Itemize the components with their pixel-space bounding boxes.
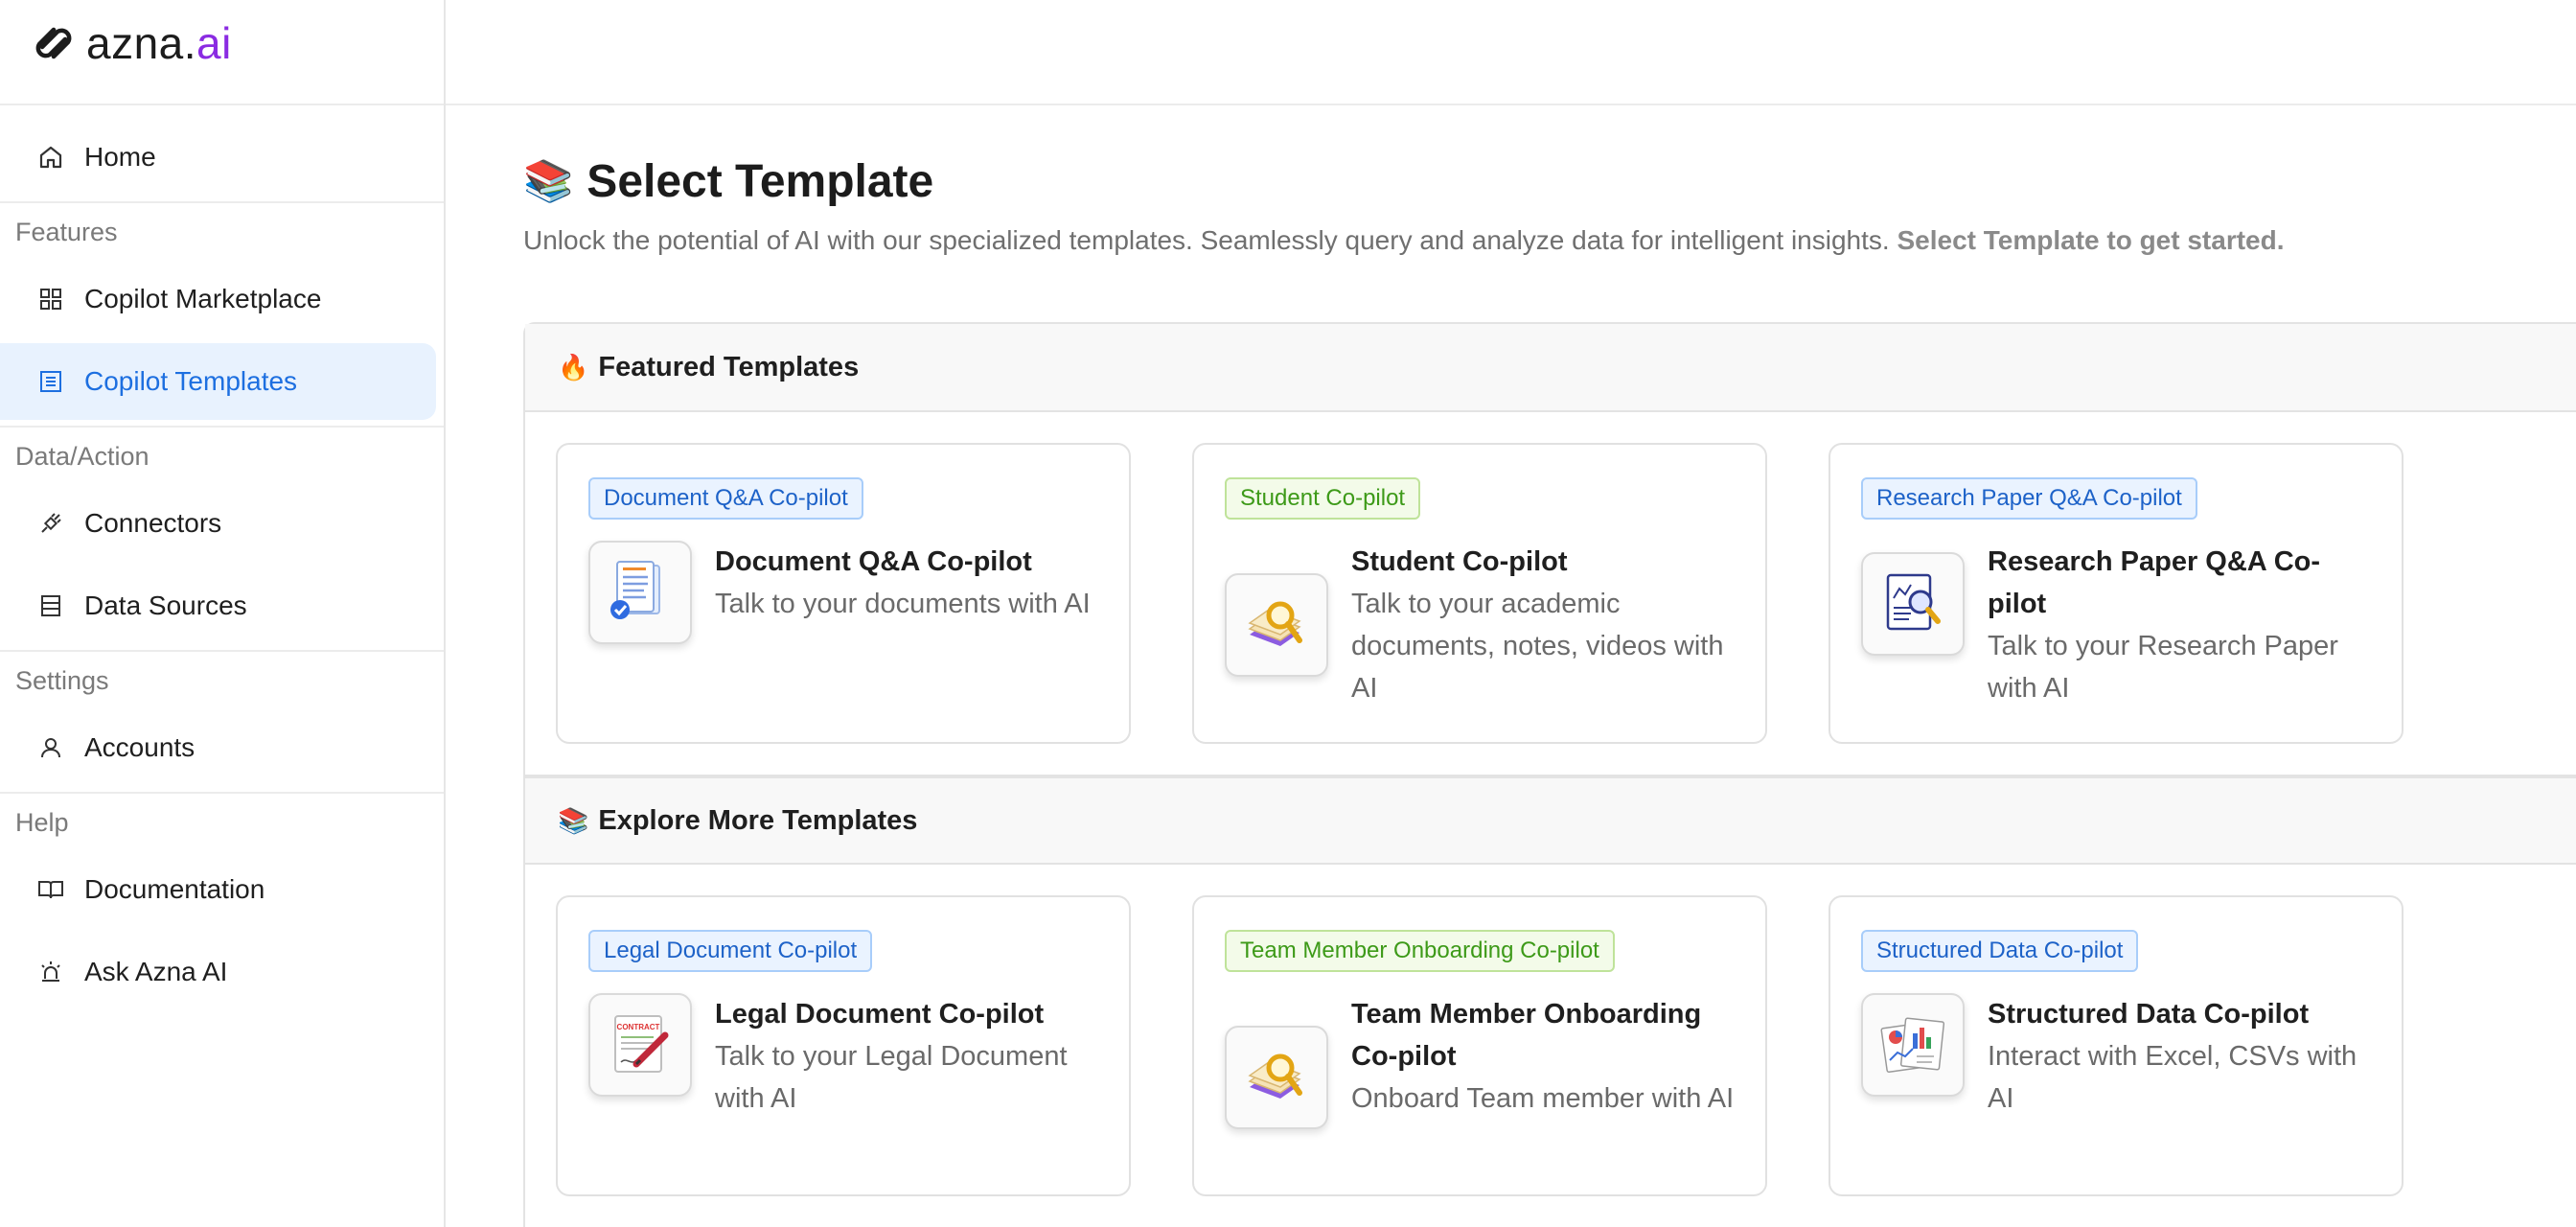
sidebar-item-data-sources[interactable]: Data Sources: [0, 567, 436, 644]
page-subtitle: Unlock the potential of AI with our spec…: [523, 225, 2576, 256]
sidebar-item-copilot-marketplace[interactable]: Copilot Marketplace: [0, 261, 436, 337]
sidebar-item-label: Accounts: [84, 732, 196, 762]
section-label-data-action: Data/Action: [15, 441, 150, 471]
template-tag: Structured Data Co-pilot: [1861, 930, 2139, 972]
featured-templates-panel: 🔥 Featured Templates Document Q&A Co-pil…: [523, 322, 2576, 776]
template-card-document-qa[interactable]: Document Q&A Co-pilot Document Q&A Co-pi…: [556, 443, 1131, 744]
template-card-legal-document[interactable]: Legal Document Co-pilot CONTRACT Legal D…: [556, 895, 1131, 1196]
section-label-features: Features: [15, 217, 118, 246]
featured-card-list: Document Q&A Co-pilot Document Q&A Co-pi…: [525, 412, 2576, 775]
logo[interactable]: azna.ai: [0, 0, 444, 105]
alarm-bell-icon: [36, 958, 65, 986]
template-list-icon: [36, 367, 65, 396]
contract-label: CONTRACT: [617, 1023, 660, 1031]
explore-card-list: Legal Document Co-pilot CONTRACT Legal D…: [525, 865, 2576, 1227]
logo-text: azna.ai: [86, 18, 232, 68]
featured-templates-title: Featured Templates: [598, 351, 860, 382]
main-content: 📚 Select Template Unlock the potential o…: [523, 105, 2576, 1227]
sidebar-item-documentation[interactable]: Documentation: [0, 851, 436, 928]
sidebar-item-label: Ask Azna AI: [84, 957, 228, 986]
template-card-research-paper[interactable]: Research Paper Q&A Co-pilot Research Pap…: [1828, 443, 2404, 744]
template-tag: Team Member Onboarding Co-pilot: [1225, 930, 1615, 972]
sidebar-item-connectors[interactable]: Connectors: [0, 485, 436, 562]
template-title: Legal Document Co-pilot: [715, 999, 1045, 1030]
subtitle-text: Unlock the potential of AI with our spec…: [523, 225, 1890, 255]
template-description: Talk to your Legal Document with AI: [715, 1041, 1068, 1114]
books-icon: 📚: [523, 158, 574, 203]
template-tag: Legal Document Co-pilot: [588, 930, 873, 972]
template-tag: Research Paper Q&A Co-pilot: [1861, 477, 2197, 520]
template-description: Onboard Team member with AI: [1351, 1083, 1735, 1114]
grid-icon: [36, 285, 65, 313]
magnifier-book-icon: [1225, 573, 1328, 677]
plug-icon: [36, 509, 65, 538]
template-card-student[interactable]: Student Co-pilot Student Co-pilot Talk t…: [1192, 443, 1767, 744]
template-tag: Document Q&A Co-pilot: [588, 477, 863, 520]
top-bar: [446, 0, 2576, 105]
fire-icon: 🔥: [558, 352, 589, 382]
sidebar-item-label: Home: [84, 142, 156, 172]
magnifier-book-icon: [1225, 1026, 1328, 1129]
template-title: Structured Data Co-pilot: [1988, 999, 2310, 1030]
template-title: Document Q&A Co-pilot: [715, 546, 1032, 577]
section-label-help: Help: [15, 807, 69, 837]
template-title: Student Co-pilot: [1351, 546, 1568, 577]
document-check-icon: [588, 541, 692, 644]
book-icon: [36, 875, 65, 904]
sidebar-item-label: Data Sources: [84, 590, 247, 620]
database-icon: [36, 591, 65, 620]
template-description: Talk to your academic documents, notes, …: [1351, 589, 1724, 704]
charts-icon: [1861, 993, 1965, 1097]
section-label-settings: Settings: [15, 665, 109, 695]
page-title: 📚 Select Template: [523, 155, 2576, 208]
template-description: Talk to your Research Paper with AI: [1988, 631, 2338, 704]
page-title-text: Select Template: [586, 156, 934, 207]
template-description: Interact with Excel, CSVs with AI: [1988, 1041, 2358, 1114]
sidebar-item-ask-azna-ai[interactable]: Ask Azna AI: [0, 934, 436, 1010]
subtitle-bold-text: Select Template to get started.: [1897, 225, 2285, 255]
sidebar-item-label: Documentation: [84, 874, 265, 904]
user-icon: [36, 733, 65, 762]
sidebar: azna.ai Home Features Copilot Marketplac…: [0, 0, 446, 1227]
contract-icon: CONTRACT: [588, 993, 692, 1097]
sidebar-item-label: Copilot Marketplace: [84, 284, 322, 313]
featured-templates-header: 🔥 Featured Templates: [525, 324, 2576, 412]
sidebar-item-accounts[interactable]: Accounts: [0, 709, 436, 786]
template-title: Team Member Onboarding Co-pilot: [1351, 999, 1702, 1072]
template-title: Research Paper Q&A Co-pilot: [1988, 546, 2321, 619]
template-description: Talk to your documents with AI: [715, 589, 1091, 619]
template-tag: Student Co-pilot: [1225, 477, 1421, 520]
explore-templates-panel: 📚 Explore More Templates Legal Document …: [523, 776, 2576, 1227]
books-icon: 📚: [558, 805, 589, 835]
research-paper-icon: [1861, 552, 1965, 656]
home-icon: [36, 143, 65, 172]
template-card-structured-data[interactable]: Structured Data Co-pilot Structured Data…: [1828, 895, 2404, 1196]
template-card-team-onboarding[interactable]: Team Member Onboarding Co-pilot Team Mem…: [1192, 895, 1767, 1196]
sidebar-item-label: Connectors: [84, 508, 222, 538]
sidebar-item-label: Copilot Templates: [84, 366, 298, 396]
azna-logo-icon: [35, 27, 72, 59]
explore-templates-header: 📚 Explore More Templates: [525, 776, 2576, 865]
explore-templates-title: Explore More Templates: [598, 804, 918, 836]
sidebar-item-copilot-templates[interactable]: Copilot Templates: [0, 343, 436, 420]
sidebar-item-home[interactable]: Home: [0, 119, 436, 196]
